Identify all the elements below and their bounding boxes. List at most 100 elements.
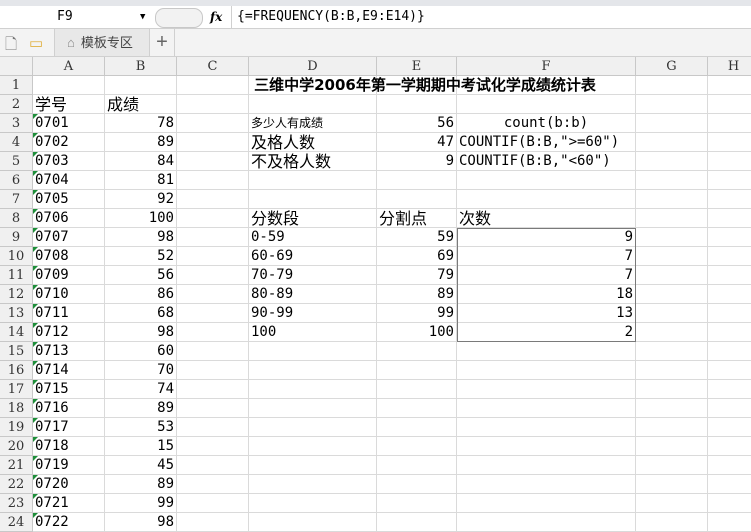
cell-C4[interactable] [177, 133, 249, 152]
cell-C19[interactable] [177, 418, 249, 437]
cell-D19[interactable] [249, 418, 377, 437]
tab-template[interactable]: ⌂ 模板专区 [54, 29, 150, 56]
cell-H19[interactable] [708, 418, 751, 437]
cell-F2[interactable] [457, 95, 636, 114]
cell-E13[interactable]: 99 [377, 304, 457, 323]
cell-H23[interactable] [708, 494, 751, 513]
cell-G23[interactable] [636, 494, 708, 513]
cell-A12[interactable]: 0710 [33, 285, 105, 304]
row-header-24[interactable]: 24 [0, 513, 33, 532]
cell-E16[interactable] [377, 361, 457, 380]
cell-G21[interactable] [636, 456, 708, 475]
cell-D3[interactable]: 多少人有成绩 [249, 114, 377, 133]
cell-H15[interactable] [708, 342, 751, 361]
cell-H12[interactable] [708, 285, 751, 304]
row-header-2[interactable]: 2 [0, 95, 33, 114]
row-header-10[interactable]: 10 [0, 247, 33, 266]
cell-G2[interactable] [636, 95, 708, 114]
cell-E24[interactable] [377, 513, 457, 532]
fx-icon[interactable]: fx [210, 6, 222, 28]
cell-G10[interactable] [636, 247, 708, 266]
cell-B5[interactable]: 84 [105, 152, 177, 171]
formula-input[interactable]: {=FREQUENCY(B:B,E9:E14)} [231, 6, 751, 28]
cell-C22[interactable] [177, 475, 249, 494]
cell-G12[interactable] [636, 285, 708, 304]
cell-H24[interactable] [708, 513, 751, 532]
cell-D12[interactable]: 80-89 [249, 285, 377, 304]
cell-A7[interactable]: 0705 [33, 190, 105, 209]
cell-A16[interactable]: 0714 [33, 361, 105, 380]
cell-D13[interactable]: 90-99 [249, 304, 377, 323]
cell-A9[interactable]: 0707 [33, 228, 105, 247]
cell-A8[interactable]: 0706 [33, 209, 105, 228]
column-header-H[interactable]: H [708, 57, 751, 76]
cell-B13[interactable]: 68 [105, 304, 177, 323]
cell-F23[interactable] [457, 494, 636, 513]
cell-C24[interactable] [177, 513, 249, 532]
cell-G24[interactable] [636, 513, 708, 532]
cell-C7[interactable] [177, 190, 249, 209]
cell-B11[interactable]: 56 [105, 266, 177, 285]
cell-D11[interactable]: 70-79 [249, 266, 377, 285]
cell-C23[interactable] [177, 494, 249, 513]
cell-D10[interactable]: 60-69 [249, 247, 377, 266]
cell-E17[interactable] [377, 380, 457, 399]
cell-B17[interactable]: 74 [105, 380, 177, 399]
column-header-A[interactable]: A [33, 57, 105, 76]
cell-C12[interactable] [177, 285, 249, 304]
row-header-8[interactable]: 8 [0, 209, 33, 228]
column-header-C[interactable]: C [177, 57, 249, 76]
row-header-3[interactable]: 3 [0, 114, 33, 133]
new-document-icon[interactable]: 🗋 [5, 34, 17, 59]
cell-B8[interactable]: 100 [105, 209, 177, 228]
cell-G13[interactable] [636, 304, 708, 323]
cell-A22[interactable]: 0720 [33, 475, 105, 494]
cell-F3[interactable]: count(b:b) [457, 114, 636, 133]
cell-B16[interactable]: 70 [105, 361, 177, 380]
cell-A2[interactable]: 学号 [33, 95, 105, 114]
cell-D2[interactable] [249, 95, 377, 114]
cell-A15[interactable]: 0713 [33, 342, 105, 361]
cell-E8[interactable]: 分割点 [377, 209, 457, 228]
cell-C5[interactable] [177, 152, 249, 171]
cell-F4[interactable]: COUNTIF(B:B,">=60") [457, 133, 636, 152]
cell-E19[interactable] [377, 418, 457, 437]
cell-E20[interactable] [377, 437, 457, 456]
cell-H17[interactable] [708, 380, 751, 399]
cell-H13[interactable] [708, 304, 751, 323]
cell-D22[interactable] [249, 475, 377, 494]
cell-H7[interactable] [708, 190, 751, 209]
cell-C21[interactable] [177, 456, 249, 475]
cell-F8[interactable]: 次数 [457, 209, 636, 228]
cell-G14[interactable] [636, 323, 708, 342]
row-header-17[interactable]: 17 [0, 380, 33, 399]
cell-H11[interactable] [708, 266, 751, 285]
cell-B7[interactable]: 92 [105, 190, 177, 209]
cell-F12[interactable]: 18 [457, 285, 636, 304]
cell-D20[interactable] [249, 437, 377, 456]
cell-A5[interactable]: 0703 [33, 152, 105, 171]
cell-E10[interactable]: 69 [377, 247, 457, 266]
cell-C15[interactable] [177, 342, 249, 361]
cell-H9[interactable] [708, 228, 751, 247]
row-header-15[interactable]: 15 [0, 342, 33, 361]
cell-F16[interactable] [457, 361, 636, 380]
column-header-E[interactable]: E [377, 57, 457, 76]
new-tab-button[interactable]: + [150, 29, 175, 56]
cell-E9[interactable]: 59 [377, 228, 457, 247]
cell-F15[interactable] [457, 342, 636, 361]
cell-D18[interactable] [249, 399, 377, 418]
cell-B24[interactable]: 98 [105, 513, 177, 532]
cell-D17[interactable] [249, 380, 377, 399]
cell-B4[interactable]: 89 [105, 133, 177, 152]
cell-E14[interactable]: 100 [377, 323, 457, 342]
cell-G19[interactable] [636, 418, 708, 437]
cell-E15[interactable] [377, 342, 457, 361]
row-header-12[interactable]: 12 [0, 285, 33, 304]
cell-B10[interactable]: 52 [105, 247, 177, 266]
cell-H2[interactable] [708, 95, 751, 114]
cell-G6[interactable] [636, 171, 708, 190]
cell-A23[interactable]: 0721 [33, 494, 105, 513]
cell-F7[interactable] [457, 190, 636, 209]
cell-B22[interactable]: 89 [105, 475, 177, 494]
